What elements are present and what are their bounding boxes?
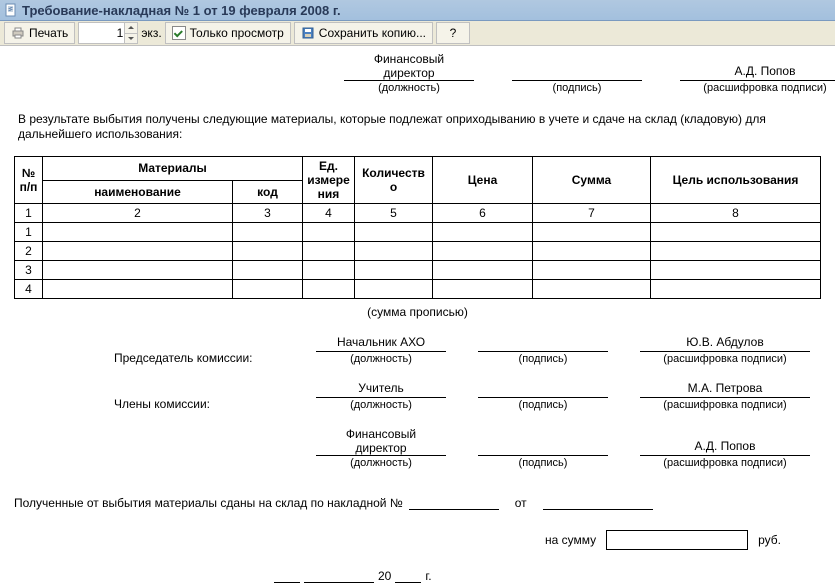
window-title: Требование-накладная № 1 от 19 февраля 2… bbox=[22, 3, 341, 18]
header-name-value: А.Д. Попов bbox=[680, 64, 835, 80]
table-row: 4 bbox=[15, 280, 821, 299]
header-signature-row: Финансовый директор (должность) (подпись… bbox=[344, 52, 821, 94]
colnum-2: 2 bbox=[43, 204, 233, 223]
th-unit: Ед. измере ния bbox=[303, 157, 355, 204]
th-purpose: Цель использования bbox=[651, 157, 821, 204]
colnum-4: 4 bbox=[303, 204, 355, 223]
copies-suffix: экз. bbox=[141, 26, 161, 40]
colnum-6: 6 bbox=[433, 204, 533, 223]
handover-from: от bbox=[515, 496, 527, 510]
checkbox-icon bbox=[172, 26, 186, 40]
printer-icon bbox=[11, 26, 25, 40]
members-label: Члены комиссии: bbox=[14, 397, 284, 411]
sum-label: на сумму bbox=[545, 533, 596, 547]
save-icon bbox=[301, 26, 315, 40]
table-row: 2 bbox=[15, 242, 821, 261]
materials-table: № п/п Материалы Ед. измере ния Количеств… bbox=[14, 156, 821, 299]
save-copy-label: Сохранить копию... bbox=[319, 26, 426, 40]
colnum-7: 7 bbox=[533, 204, 651, 223]
readonly-label: Только просмотр bbox=[190, 26, 284, 40]
table-row: 3 bbox=[15, 261, 821, 280]
help-label: ? bbox=[450, 26, 457, 40]
header-position-block: Финансовый директор (должность) bbox=[344, 52, 474, 94]
header-sign-caption: (подпись) bbox=[512, 80, 642, 94]
handover-text: Полученные от выбытия материалы сданы на… bbox=[14, 496, 403, 510]
print-button[interactable]: Печать bbox=[4, 22, 75, 44]
sum-box bbox=[606, 530, 748, 550]
th-materials: Материалы bbox=[43, 157, 303, 181]
header-name-caption: (расшифровка подписи) bbox=[680, 80, 835, 94]
th-num: № п/п bbox=[15, 157, 43, 204]
header-position-value: Финансовый директор bbox=[344, 52, 474, 80]
chairman-label: Председатель комиссии: bbox=[14, 351, 284, 365]
toolbar: Печать 1 экз. Только просмотр Сохранить … bbox=[0, 21, 835, 46]
th-mat-code: код bbox=[233, 180, 303, 204]
committee-row-2: Члены комиссии: Учитель(должность) (подп… bbox=[14, 381, 821, 411]
copies-value: 1 bbox=[117, 26, 124, 40]
currency-label: руб. bbox=[758, 533, 781, 547]
th-price: Цена bbox=[433, 157, 533, 204]
save-copy-button[interactable]: Сохранить копию... bbox=[294, 22, 433, 44]
header-name-block: А.Д. Попов (расшифровка подписи) bbox=[680, 64, 835, 94]
copies-down[interactable] bbox=[125, 34, 137, 44]
sum-in-words-caption: (сумма прописью) bbox=[14, 305, 821, 319]
th-sum: Сумма bbox=[533, 157, 651, 204]
help-button[interactable]: ? bbox=[436, 22, 470, 44]
document-area: Финансовый директор (должность) (подпись… bbox=[0, 46, 835, 583]
colnum-1: 1 bbox=[15, 204, 43, 223]
colnum-3: 3 bbox=[233, 204, 303, 223]
table-row: 1 bbox=[15, 223, 821, 242]
header-position-caption: (должность) bbox=[344, 80, 474, 94]
copies-up[interactable] bbox=[125, 23, 137, 34]
header-sign-block: (подпись) bbox=[512, 64, 642, 94]
invoice-num-blank bbox=[409, 495, 499, 510]
intro-paragraph: В результате выбытия получены следующие … bbox=[18, 112, 817, 142]
invoice-date-blank bbox=[543, 495, 653, 510]
handover-line: Полученные от выбытия материалы сданы на… bbox=[14, 495, 821, 510]
committee-row-3: Финансовый директор(должность) (подпись)… bbox=[14, 427, 821, 469]
colnum-8: 8 bbox=[651, 204, 821, 223]
readonly-toggle[interactable]: Только просмотр bbox=[165, 22, 291, 44]
print-label: Печать bbox=[29, 26, 68, 40]
title-bar: Требование-накладная № 1 от 19 февраля 2… bbox=[0, 0, 835, 21]
th-mat-name: наименование bbox=[43, 180, 233, 204]
document-icon bbox=[4, 3, 18, 17]
total-sum-row: на сумму руб. bbox=[14, 530, 821, 550]
colnum-5: 5 bbox=[355, 204, 433, 223]
copies-input[interactable]: 1 bbox=[78, 22, 138, 44]
committee-row-1: Председатель комиссии: Начальник АХО(дол… bbox=[14, 335, 821, 365]
th-qty: Количеств о bbox=[355, 157, 433, 204]
